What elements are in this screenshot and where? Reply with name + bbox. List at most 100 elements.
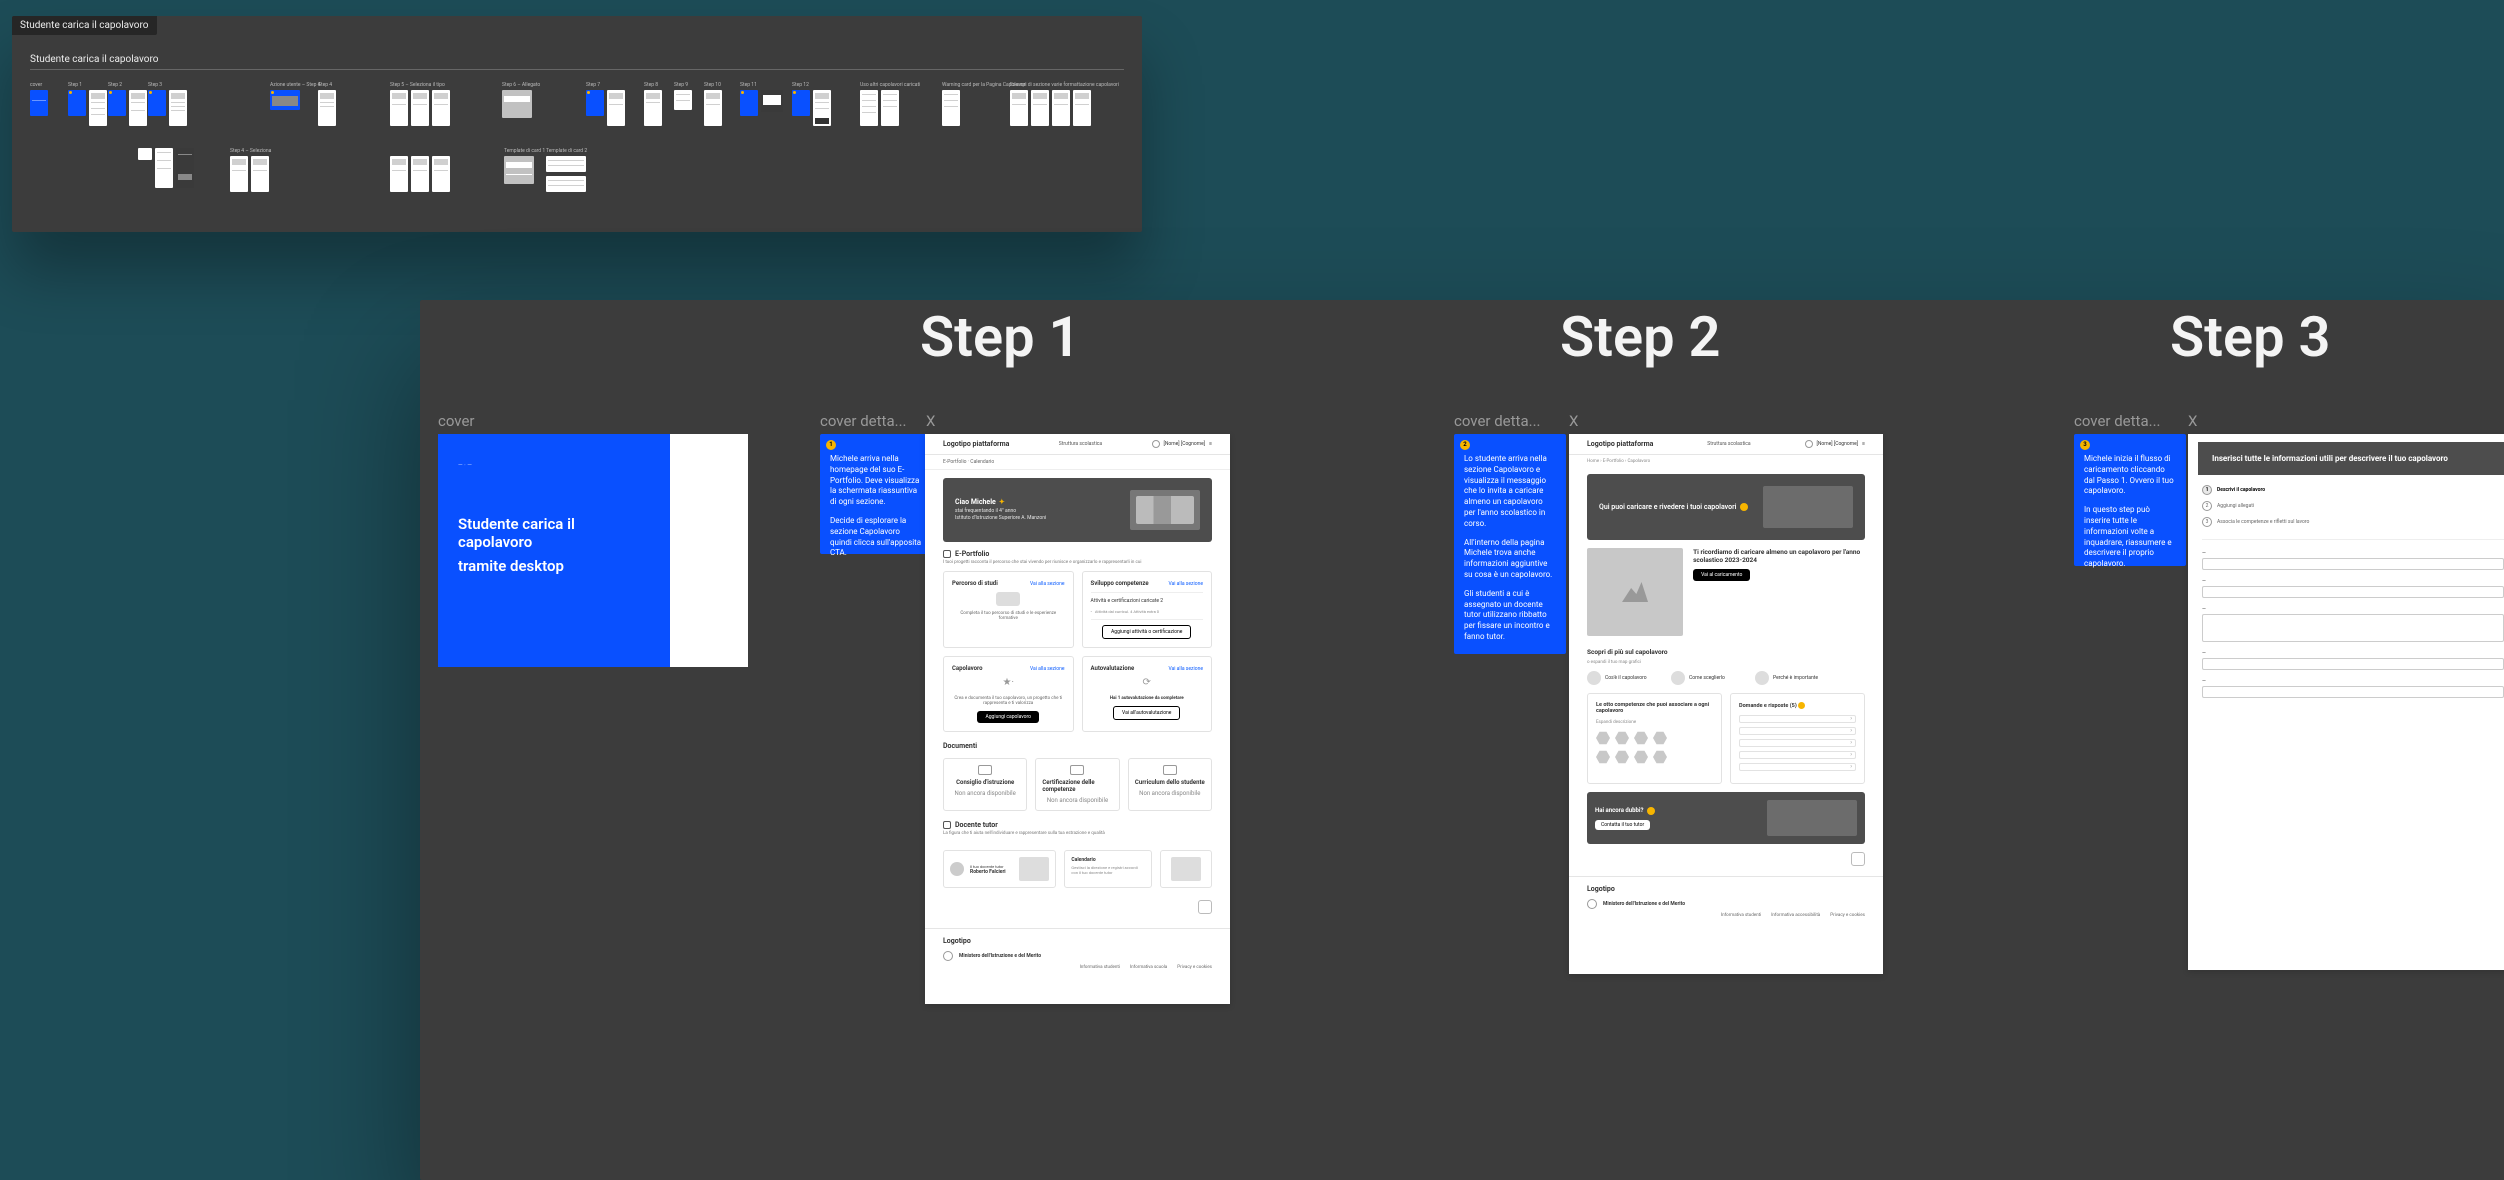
thumb-page[interactable] [881, 90, 899, 126]
thumb-page[interactable] [318, 90, 336, 126]
frame-label-cover-det1[interactable]: cover detta... [820, 412, 906, 430]
thumb-page[interactable] [176, 148, 194, 188]
breadcrumb[interactable]: Home › E-Portfolio › Capolavoro [1569, 455, 1883, 468]
dash-button[interactable]: Vai al caricamento [1693, 569, 1750, 581]
ov-col-uso-altri[interactable]: Uso altri capolavori caricati [860, 82, 920, 126]
thumb-small[interactable] [138, 148, 152, 160]
text-input[interactable] [2202, 658, 2504, 670]
ov-col-step12[interactable]: Step 12 [792, 82, 831, 126]
footer-link[interactable]: Privacy e cookies [1177, 965, 1212, 970]
doc-box-3[interactable]: Curriculum dello studenteNon ancora disp… [1128, 758, 1212, 811]
card-button[interactable]: Aggiungi attività o certificazione [1102, 625, 1191, 639]
thumb-page[interactable] [607, 90, 625, 126]
main-canvas[interactable]: Step 1 Step 2 Step 3 cover cover detta..… [420, 300, 2504, 1180]
thumb-note[interactable] [68, 90, 86, 116]
step-item-1[interactable]: 1Descrivi il capolavoro [2202, 485, 2504, 495]
thumb-page[interactable] [1010, 90, 1028, 126]
footer-link[interactable]: Informativa studenti [1721, 913, 1761, 918]
ov-col-step4[interactable]: Step 4 [318, 82, 336, 126]
thumb-page[interactable] [813, 90, 831, 126]
thumb-page[interactable] [129, 90, 147, 126]
card-capolavoro[interactable]: CapolavoroVai alla sezione ★· Crea e doc… [943, 656, 1074, 732]
overview-panel[interactable]: Studente carica il capolavoro Studente c… [12, 16, 1142, 232]
mk1-user[interactable]: [Nome] [Cognome]≡ [1152, 440, 1212, 448]
thumb-page[interactable] [411, 90, 429, 126]
text-input[interactable] [2202, 558, 2504, 570]
cover-frame[interactable]: — · — Studente carica il capolavoro tram… [438, 434, 748, 667]
mockup-step2[interactable]: Logotipo piattaforma Struttura scolastic… [1569, 434, 1883, 974]
thumb-note[interactable] [586, 90, 604, 116]
thumb-page[interactable] [390, 156, 408, 192]
ov-col-step8[interactable]: Step 8 [644, 82, 662, 126]
ov-col-step1[interactable]: Step 1 [68, 82, 107, 126]
doc-box-2[interactable]: Certificazione delle competenzeNon ancor… [1035, 758, 1119, 811]
box-competenze[interactable]: Le otto competenze che puoi associare a … [1587, 693, 1722, 784]
ov-col-azione4[interactable]: Azione utente – Step 4 [270, 82, 320, 110]
thumb-card[interactable] [546, 156, 586, 172]
thumb-card[interactable] [546, 176, 586, 192]
ov-col-step3[interactable]: Step 3 [148, 82, 187, 126]
faq-item[interactable] [1739, 727, 1856, 735]
thumb-page[interactable] [1052, 90, 1070, 126]
footer-link[interactable]: Informativa accessibilità [1771, 913, 1820, 918]
chip-2[interactable]: Come sceglierlo [1671, 671, 1741, 685]
thumb-page[interactable] [860, 90, 878, 126]
ov-col-step10[interactable]: Step 10 [704, 82, 722, 126]
ov-col-r2-a[interactable] [138, 148, 194, 188]
thumb-modal[interactable] [502, 90, 532, 118]
annotation-note-2[interactable]: 2 Lo studente arriva nella sezione Capol… [1454, 434, 1566, 654]
card-percorso[interactable]: Percorso di studiVai alla sezione Comple… [943, 571, 1074, 648]
faq-item[interactable] [1739, 763, 1856, 771]
step-item-3[interactable]: 3Associa le competenze e rifletti sul la… [2202, 517, 2504, 527]
thumb-cover[interactable] [30, 90, 48, 116]
ov-col-r2-step4[interactable]: Step 4 – Seleziona [230, 148, 271, 192]
thumb-page[interactable] [230, 156, 248, 192]
step-item-2[interactable]: 2Aggiungi allegati [2202, 501, 2504, 511]
thumb-page[interactable] [270, 90, 300, 110]
mockup-step3[interactable]: Inserisci tutte le informazioni utili pe… [2188, 434, 2504, 970]
text-input[interactable] [2202, 686, 2504, 698]
card-button[interactable]: Aggiungi capolavoro [977, 711, 1039, 723]
ov-col-step2[interactable]: Step 2 [108, 82, 147, 126]
card-sviluppo[interactable]: Sviluppo competenzeVai alla sezione Atti… [1082, 571, 1213, 648]
frame-label-cover-det2[interactable]: cover detta... [1454, 412, 1540, 430]
scroll-top-button[interactable] [1198, 900, 1212, 914]
select-input[interactable] [2202, 586, 2504, 598]
thumb-note[interactable] [148, 90, 166, 116]
card-link[interactable]: Vai alla sezione [1030, 581, 1065, 587]
tutor-card[interactable]: Il tuo docente tutorRoberto Falcieri [943, 850, 1056, 888]
card-autovalutazione[interactable]: AutovalutazioneVai alla sezione ⟳ Hai 1 … [1082, 656, 1213, 732]
annotation-note-3[interactable]: 3 Michele inizia il flusso di caricament… [2074, 434, 2186, 566]
frame-label-cover[interactable]: cover [438, 412, 475, 430]
card-link[interactable]: Vai alla sezione [1168, 666, 1203, 672]
faq-item[interactable] [1739, 751, 1856, 759]
thumb-page[interactable] [155, 148, 173, 188]
card-link[interactable]: Vai alla sezione [1030, 666, 1065, 672]
thumb-page[interactable] [169, 90, 187, 126]
faq-item[interactable] [1739, 715, 1856, 723]
textarea-input[interactable] [2202, 614, 2504, 642]
frame-label-x2[interactable]: X [1569, 412, 1578, 430]
thumb-page[interactable] [1073, 90, 1091, 126]
calendar-card[interactable]: Calendario Gestisci la direzione e regis… [1064, 850, 1151, 888]
ov-col-cover[interactable]: cover [30, 82, 48, 116]
thumb-page[interactable] [432, 90, 450, 126]
annotation-note-1[interactable]: 1 Michele arriva nella homepage del suo … [820, 434, 932, 554]
thumb-page[interactable] [704, 90, 722, 126]
frame-label-cover-det3[interactable]: cover detta... [2074, 412, 2160, 430]
thumb-page[interactable] [432, 156, 450, 192]
ov-col-step11[interactable]: Step 11 [740, 82, 783, 116]
ov-col-step6[interactable]: Step 6 – Allegato [502, 82, 540, 118]
mk1-tabs[interactable]: E-Portfolio · Calendario [925, 455, 1230, 470]
ov-col-r2-b[interactable] [390, 148, 450, 192]
ov-col-r2-tmpl2[interactable]: Template di card 2 [546, 148, 587, 192]
thumb-note[interactable] [108, 90, 126, 116]
thumb-note[interactable] [740, 90, 758, 116]
thumb-page[interactable] [674, 90, 692, 110]
footer-link[interactable]: Informativa scuola [1130, 965, 1167, 970]
thumb-page[interactable] [390, 90, 408, 126]
ov-col-step9[interactable]: Step 9 [674, 82, 692, 110]
doc-box-1[interactable]: Consiglio d'istruzioneNon ancora disponi… [943, 758, 1027, 811]
thumb-page[interactable] [942, 90, 960, 126]
footer-link[interactable]: Informativa studenti [1080, 965, 1120, 970]
